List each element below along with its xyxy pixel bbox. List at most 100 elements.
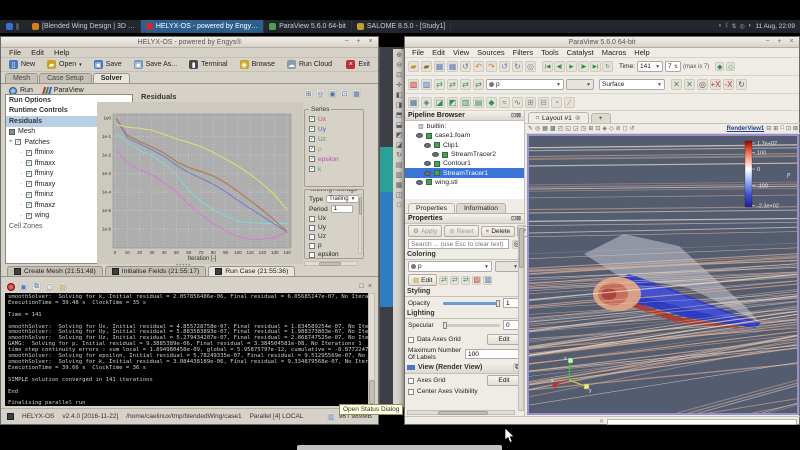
helyx-menu-help[interactable]: Help [50,47,73,58]
clip-filter-icon[interactable]: ◪ [434,97,445,108]
record-time-icon[interactable]: ◇ [726,62,735,71]
pipeline-item-builtin[interactable]: ▥builtin: [405,122,524,131]
reset-session-icon[interactable]: ↺ [460,61,471,72]
pipeline-item-case1-foam[interactable]: case1.foam [405,131,524,140]
glyph-filter-icon[interactable]: ◆ [486,97,497,108]
edit-colormap-icon[interactable]: ▨ [421,79,432,90]
job-tab-1[interactable]: Initialise Fields (21:55:17) [105,266,206,276]
open-dropdown-icon[interactable]: ▾ [79,62,82,68]
calculator-filter-icon[interactable]: ▦ [408,97,419,108]
rescale-custom-button[interactable]: ⇄ [450,276,459,285]
paraview-minimize-button[interactable]: − [763,38,772,45]
helyx-minimize-button[interactable]: − [342,38,351,45]
chart-fit-icon[interactable]: ⊡ [340,89,349,98]
paraview-close-button[interactable]: × [787,38,796,45]
taskbar-window-1[interactable]: HELYX-OS - powered by Engy… [141,20,264,33]
pipeline-close-icon[interactable]: ⊠ [516,113,521,119]
vcr-first-frame-icon[interactable]: |◀ [542,61,553,72]
zoom-to-box-icon[interactable]: ◎ [697,79,708,90]
helyx-menu-edit[interactable]: Edit [27,47,48,58]
volume-icon[interactable]: ◖ [748,23,752,30]
rv-reset-icon[interactable]: ↺ [630,125,635,132]
ma-checkbox-uz[interactable] [309,234,315,240]
top-view-icon[interactable]: ⬒ [396,111,403,120]
threshold-filter-icon[interactable]: ▥ [460,97,471,108]
rescale-visible-icon[interactable]: ⇄ [460,79,471,90]
rv-zoom-box-icon[interactable]: ◻ [623,125,628,132]
data-axes-grid-checkbox[interactable] [408,337,414,343]
component-combo[interactable]: ▼ [566,79,594,90]
properties-search-input[interactable] [408,239,509,249]
terminal-detach-button[interactable]: □ [360,283,364,290]
zoom-to-data-icon[interactable]: ✕ [684,79,695,90]
clipping-icon[interactable]: ◫ [396,191,403,200]
reset-button[interactable]: ⊘Reset [444,225,478,237]
paraview-menu-catalyst[interactable]: Catalyst [564,47,597,58]
chart-zoom-icon[interactable]: ◎ [316,89,325,98]
pipeline-item-streamtracer2[interactable]: StreamTracer2 [405,150,524,159]
save-data-icon[interactable]: ▰ [421,61,432,72]
redo-icon[interactable]: ↷ [486,61,497,72]
toolbar-terminal-button[interactable]: ▮Terminal [184,58,232,71]
visibility-eye-icon[interactable] [424,143,431,148]
zoom-out-icon[interactable]: ⊖ [396,61,402,70]
series-checkbox-uz[interactable]: ✓ [309,136,315,142]
toolbar-run-cloud-button[interactable]: ☁Run Cloud [282,58,337,71]
terminal-log-icon[interactable]: ▤ [58,282,67,291]
open-file-icon[interactable]: ▰ [408,61,419,72]
checkbox-wing[interactable]: ✓ [26,213,32,219]
tab-solver[interactable]: Solver [93,73,130,83]
settings-gear-icon[interactable]: ◎ [739,23,744,30]
coloring-array-combo[interactable]: p▼ [408,261,492,272]
toolbar-save-button[interactable]: ▣Save [89,58,127,71]
temporal-icon[interactable]: ◔ [551,97,562,108]
rotate-view-icon[interactable]: ↻ [396,151,402,160]
rv-edit-icon[interactable]: ✎ [528,125,533,132]
display-mode-icon[interactable]: ▦ [396,181,403,190]
camera-undo-icon[interactable]: ↺ [499,61,510,72]
paraview-menu-macros[interactable]: Macros [599,47,630,58]
vcr-next-frame-icon[interactable]: |▶ [578,61,589,72]
frame-spinner[interactable]: 7⇅ [665,61,681,72]
rescale-button[interactable]: ⇄ [439,276,448,285]
helyx-titlebar[interactable]: HELYX-OS - powered by Engys® −+× [1,37,378,48]
save-screenshot-icon[interactable]: ▦ [434,61,445,72]
paraview-menu-filters[interactable]: Filters [510,47,536,58]
visibility-eye-icon[interactable] [416,133,423,138]
group-datasets-icon[interactable]: ⊞ [525,97,536,108]
terminal-scrollbar[interactable] [368,293,375,406]
taskbar-window-2[interactable]: ParaView 5.6.0 64-bit [264,20,352,33]
residuals-chart[interactable]: 01020304050607080901001101201301401e01e-… [97,102,303,264]
representation-combo[interactable]: Surface▼ [599,79,665,90]
rv-clear-selection-icon[interactable]: ⊘ [616,125,621,132]
shading-icon[interactable]: ▤ [396,161,403,170]
checkbox-ffmaxz[interactable]: ✓ [26,202,32,208]
rv-select-frustum-points-icon[interactable]: ◱ [565,125,571,132]
wireframe-icon[interactable]: ▥ [396,171,403,180]
toolbar-browse-button[interactable]: ◉Browse [235,58,280,71]
toolbar-open-button[interactable]: ▰Open▾ [42,58,87,71]
rv-interactive-cells-icon[interactable]: ⊞ [588,125,593,132]
rv-split-h-icon[interactable]: ⊟ [766,125,771,132]
rescale-custom-icon[interactable]: ⇄ [447,79,458,90]
paraview-menu-help[interactable]: Help [631,47,652,58]
panel-tab-information[interactable]: Information [456,203,506,213]
auto-apply-icon[interactable]: ◎ [525,61,536,72]
view-minus-x-icon[interactable]: -X [723,79,734,90]
properties-close-icon[interactable]: ⊠ [516,216,521,222]
paraview-titlebar[interactable]: ParaView 5.6.0 64-bit −+× [405,37,799,48]
toolbar-save-as-button[interactable]: ▣Save As... [129,58,183,71]
dock-hint-strip[interactable] [297,445,502,450]
snap-to-timesteps-icon[interactable]: ◆ [715,62,724,71]
ma-checkbox-epsilon[interactable] [309,252,315,258]
tab-mesh[interactable]: Mesh [5,73,38,83]
add-layout-button[interactable]: + [591,113,611,123]
rv-interactive-points-icon[interactable]: ⊡ [595,125,600,132]
edit-colormap-button[interactable]: ▧Edit [408,274,437,286]
paraview-menu-view[interactable]: View [450,47,472,58]
paraview-menu-sources[interactable]: Sources [474,47,508,58]
camera-redo-icon[interactable]: ↻ [512,61,523,72]
checkbox-ffminz[interactable]: ✓ [26,192,32,198]
rv-hover-cells-icon[interactable]: ◈ [602,125,607,132]
terminal-copy-icon[interactable]: ⧉ [32,282,41,291]
